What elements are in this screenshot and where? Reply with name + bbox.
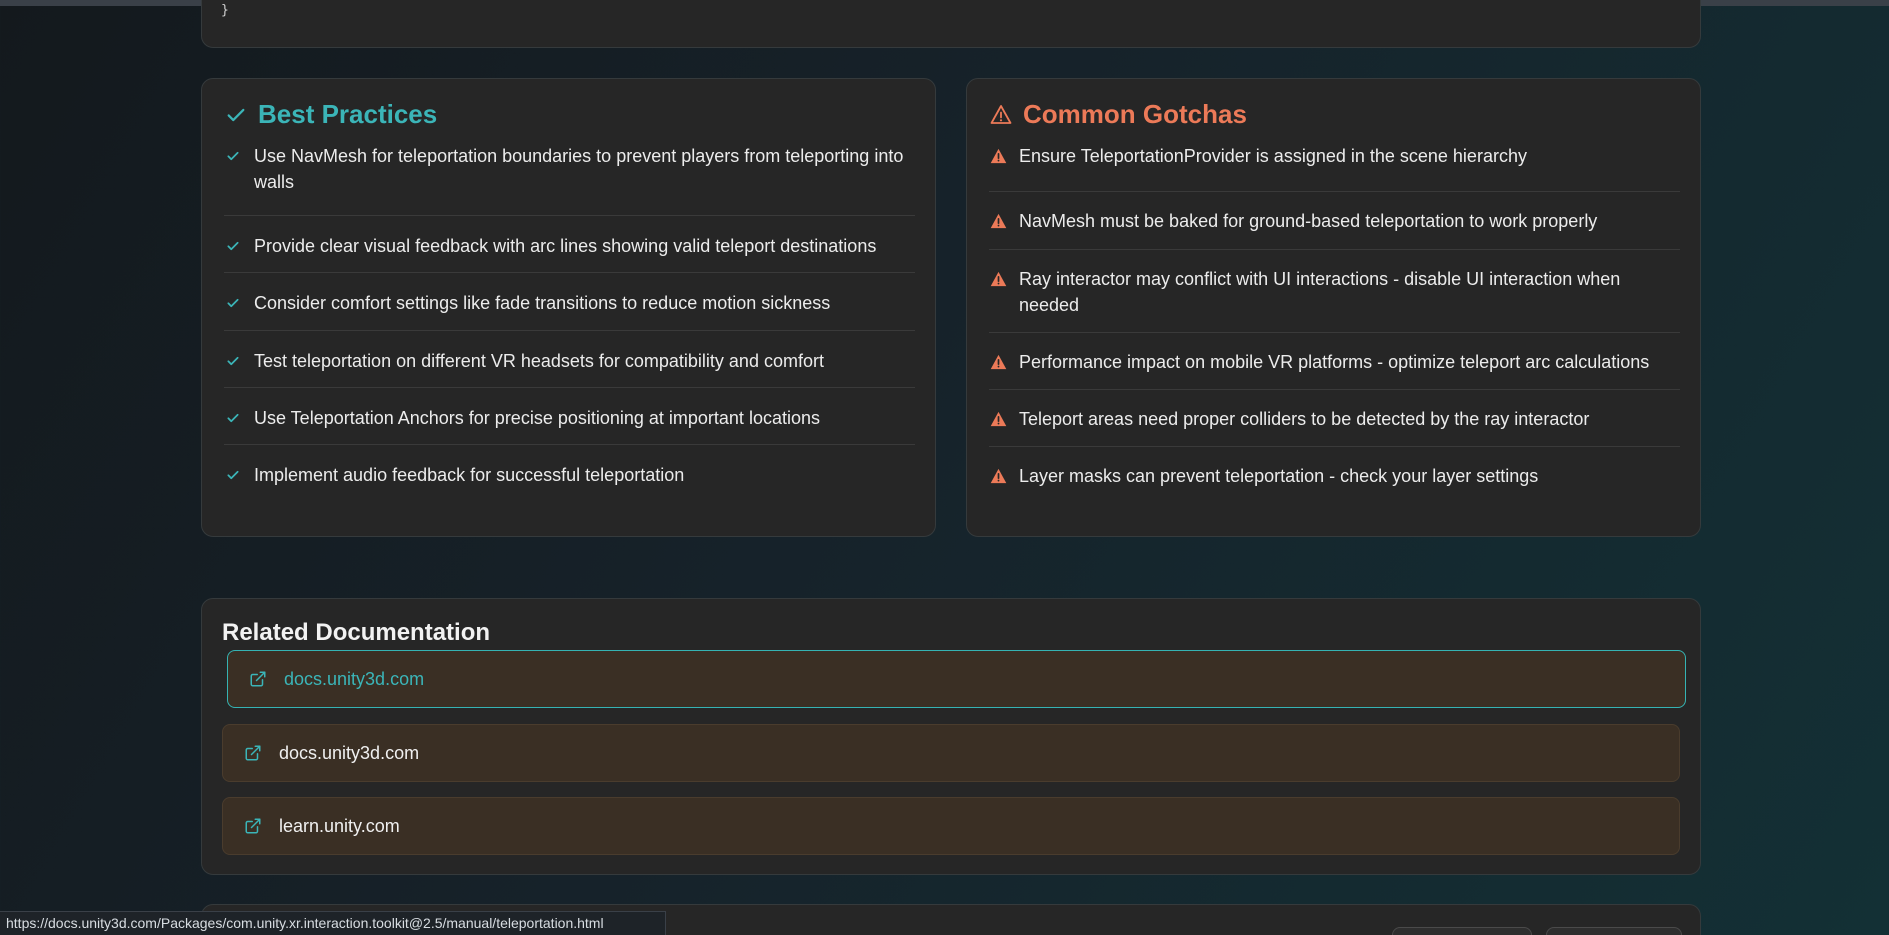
best-practice-text: Implement audio feedback for successful … xyxy=(254,465,685,485)
code-block: } xyxy=(201,0,1701,48)
common-gotchas-heading: Common Gotchas xyxy=(989,99,1247,130)
check-icon xyxy=(224,103,248,127)
gotcha-item: Layer masks can prevent teleportation - … xyxy=(989,447,1680,497)
best-practice-text: Test teleportation on different VR heads… xyxy=(254,351,824,371)
related-link-label: docs.unity3d.com xyxy=(284,668,425,689)
gotcha-item: Performance impact on mobile VR platform… xyxy=(989,333,1680,390)
best-practices-heading: Best Practices xyxy=(224,99,437,130)
common-gotchas-list: Ensure TeleportationProvider is assigned… xyxy=(989,142,1680,497)
best-practice-item: Use NavMesh for teleportation boundaries… xyxy=(224,142,915,216)
warning-icon xyxy=(989,212,1007,230)
best-practice-item: Consider comfort settings like fade tran… xyxy=(224,273,915,331)
gotcha-item: Ray interactor may conflict with UI inte… xyxy=(989,250,1680,333)
gotcha-item: NavMesh must be baked for ground-based t… xyxy=(989,192,1680,250)
gotcha-text: Teleport areas need proper colliders to … xyxy=(1019,409,1590,429)
best-practice-text: Provide clear visual feedback with arc l… xyxy=(254,236,877,256)
related-documentation-card: Related Documentation docs.unity3d.com d… xyxy=(201,598,1701,875)
best-practice-text: Consider comfort settings like fade tran… xyxy=(254,293,831,313)
gotcha-text: Ensure TeleportationProvider is assigned… xyxy=(1019,146,1527,166)
footer-action-button[interactable] xyxy=(1392,927,1532,935)
warning-icon xyxy=(989,270,1007,288)
gotcha-item: Ensure TeleportationProvider is assigned… xyxy=(989,142,1680,192)
check-icon xyxy=(224,294,242,312)
warning-icon xyxy=(989,467,1007,485)
best-practice-item: Provide clear visual feedback with arc l… xyxy=(224,216,915,273)
warning-icon xyxy=(989,410,1007,428)
check-icon xyxy=(224,147,242,165)
related-link-label: learn.unity.com xyxy=(279,815,400,836)
best-practice-item: Implement audio feedback for successful … xyxy=(224,445,915,495)
common-gotchas-title: Common Gotchas xyxy=(1023,99,1247,129)
check-icon xyxy=(224,409,242,427)
gotcha-text: Performance impact on mobile VR platform… xyxy=(1019,352,1650,372)
best-practices-card: Best Practices Use NavMesh for teleporta… xyxy=(201,78,936,537)
gotcha-text: Ray interactor may conflict with UI inte… xyxy=(1019,269,1621,315)
external-link-icon xyxy=(243,816,263,836)
footer-action-button[interactable] xyxy=(1546,927,1682,935)
warning-triangle-icon xyxy=(989,103,1013,127)
warning-icon xyxy=(989,353,1007,371)
warning-icon xyxy=(989,147,1007,165)
gotcha-text: Layer masks can prevent teleportation - … xyxy=(1019,466,1539,486)
best-practices-list: Use NavMesh for teleportation boundaries… xyxy=(224,142,915,495)
best-practice-text: Use Teleportation Anchors for precise po… xyxy=(254,408,820,428)
related-link-docs-unity3d-1[interactable]: docs.unity3d.com xyxy=(227,650,1686,708)
external-link-icon xyxy=(248,669,268,689)
check-icon xyxy=(224,237,242,255)
gotcha-text: NavMesh must be baked for ground-based t… xyxy=(1019,211,1598,231)
external-link-icon xyxy=(243,743,263,763)
best-practices-title: Best Practices xyxy=(258,99,438,129)
code-closing-brace: } xyxy=(221,3,229,18)
related-documentation-title: Related Documentation xyxy=(222,619,491,646)
related-link-learn-unity[interactable]: learn.unity.com xyxy=(222,797,1680,855)
best-practice-item: Use Teleportation Anchors for precise po… xyxy=(224,388,915,445)
check-icon xyxy=(224,466,242,484)
related-link-docs-unity3d-2[interactable]: docs.unity3d.com xyxy=(222,724,1680,782)
check-icon xyxy=(224,352,242,370)
related-link-label: docs.unity3d.com xyxy=(279,742,420,763)
best-practice-item: Test teleportation on different VR heads… xyxy=(224,331,915,388)
common-gotchas-card: Common Gotchas Ensure TeleportationProvi… xyxy=(966,78,1701,537)
browser-status-url: https://docs.unity3d.com/Packages/com.un… xyxy=(0,911,666,935)
gotcha-item: Teleport areas need proper colliders to … xyxy=(989,390,1680,447)
best-practice-text: Use NavMesh for teleportation boundaries… xyxy=(254,146,904,192)
